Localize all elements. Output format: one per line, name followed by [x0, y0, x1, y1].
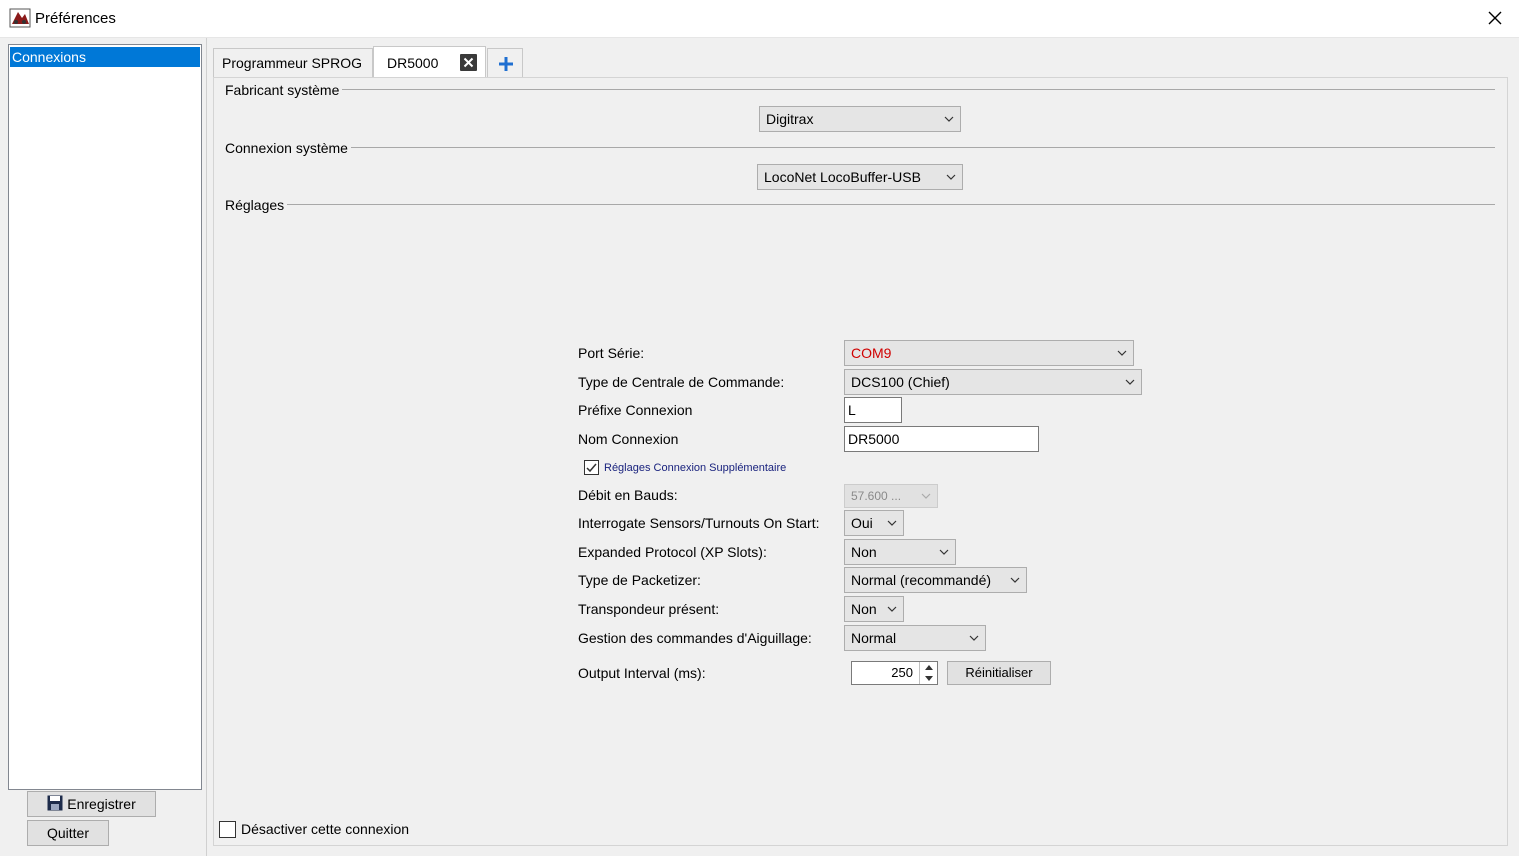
interrogate-value: Oui — [851, 515, 873, 531]
transponder-select[interactable]: Non — [844, 596, 904, 622]
interrogate-select[interactable]: Oui — [844, 510, 904, 536]
expanded-protocol-label: Expanded Protocol (XP Slots): — [578, 544, 767, 560]
tab-dr5000-label: DR5000 — [387, 55, 439, 71]
transponder-value: Non — [851, 601, 877, 617]
transponder-label: Transpondeur présent: — [578, 601, 720, 617]
section-title-settings: Réglages — [225, 197, 288, 213]
window-title: Préférences — [35, 10, 116, 27]
section-divider — [225, 204, 1495, 205]
add-connection-tab[interactable] — [487, 48, 523, 77]
quit-button[interactable]: Quitter — [27, 820, 109, 846]
spinner-down-icon[interactable] — [920, 673, 938, 684]
chevron-down-icon — [1117, 350, 1127, 356]
manufacturer-value: Digitrax — [766, 111, 814, 127]
serial-port-label: Port Série: — [578, 345, 645, 361]
connection-name-label: Nom Connexion — [578, 431, 679, 447]
prefix-input[interactable]: L — [844, 397, 902, 423]
chevron-down-icon — [887, 520, 897, 526]
turnout-label: Gestion des commandes d'Aiguillage: — [578, 630, 812, 646]
tab-programmeur-sprog[interactable]: Programmeur SPROG — [213, 48, 373, 77]
chevron-down-icon — [969, 635, 979, 641]
chevron-down-icon — [887, 606, 897, 612]
serial-port-select[interactable]: COM9 — [844, 340, 1134, 366]
preferences-category-list[interactable]: Connexions — [8, 44, 202, 790]
prefix-label: Préfixe Connexion — [578, 402, 693, 418]
packetizer-value: Normal (recommandé) — [851, 572, 992, 588]
vertical-divider — [206, 38, 207, 856]
plus-icon — [499, 57, 513, 71]
turnout-select[interactable]: Normal — [844, 625, 986, 651]
turnout-value: Normal — [851, 630, 897, 646]
section-divider — [225, 147, 1495, 148]
checkmark-icon — [586, 463, 597, 473]
app-icon — [9, 8, 31, 28]
section-title-connection: Connexion système — [225, 140, 351, 156]
packetizer-select[interactable]: Normal (recommandé) — [844, 567, 1027, 593]
save-button[interactable]: Enregistrer — [27, 791, 156, 817]
chevron-down-icon — [1125, 379, 1135, 385]
command-station-value: DCS100 (Chief) — [851, 374, 950, 390]
output-interval-value: 250 — [891, 665, 913, 680]
title-bar: Préférences — [0, 0, 1519, 38]
chevron-down-icon — [946, 174, 956, 180]
expanded-protocol-value: Non — [851, 544, 877, 560]
chevron-down-icon — [939, 549, 949, 555]
expanded-protocol-select[interactable]: Non — [844, 539, 956, 565]
command-station-label: Type de Centrale de Commande: — [578, 374, 785, 390]
reset-button[interactable]: Réinitialiser — [947, 661, 1051, 685]
tab-close-icon[interactable] — [459, 53, 478, 72]
spinner-buttons[interactable] — [919, 662, 937, 684]
serial-port-value: COM9 — [851, 345, 892, 361]
packetizer-label: Type de Packetizer: — [578, 572, 701, 588]
output-interval-label: Output Interval (ms): — [578, 665, 706, 681]
baud-rate-value: 57.600 ... — [851, 489, 902, 503]
chevron-down-icon — [921, 493, 931, 499]
save-button-label: Enregistrer — [67, 796, 136, 812]
connection-panel — [213, 77, 1508, 846]
sidebar-item-connexions[interactable]: Connexions — [10, 47, 200, 67]
baud-rate-label: Débit en Bauds: — [578, 487, 678, 503]
interrogate-label: Interrogate Sensors/Turnouts On Start: — [578, 515, 820, 531]
floppy-disk-icon — [47, 795, 63, 811]
disable-connection-label[interactable]: Désactiver cette connexion — [241, 821, 409, 837]
baud-rate-select: 57.600 ... — [844, 484, 938, 508]
command-station-select[interactable]: DCS100 (Chief) — [844, 369, 1142, 395]
tab-dr5000[interactable]: DR5000 — [373, 46, 486, 78]
connection-type-select[interactable]: LocoNet LocoBuffer-USB — [757, 164, 963, 190]
additional-settings-label[interactable]: Réglages Connexion Supplémentaire — [604, 462, 786, 474]
chevron-down-icon — [1010, 577, 1020, 583]
section-title-manufacturer: Fabricant système — [225, 82, 343, 98]
additional-settings-checkbox[interactable] — [584, 460, 599, 475]
disable-connection-checkbox[interactable] — [219, 821, 236, 838]
manufacturer-select[interactable]: Digitrax — [759, 106, 961, 132]
chevron-down-icon — [944, 116, 954, 122]
close-icon[interactable] — [1483, 6, 1507, 30]
section-divider — [225, 89, 1495, 90]
connection-name-input[interactable]: DR5000 — [844, 426, 1039, 452]
connection-type-value: LocoNet LocoBuffer-USB — [764, 169, 921, 185]
spinner-up-icon[interactable] — [920, 662, 938, 673]
output-interval-spinner[interactable]: 250 — [851, 661, 938, 685]
